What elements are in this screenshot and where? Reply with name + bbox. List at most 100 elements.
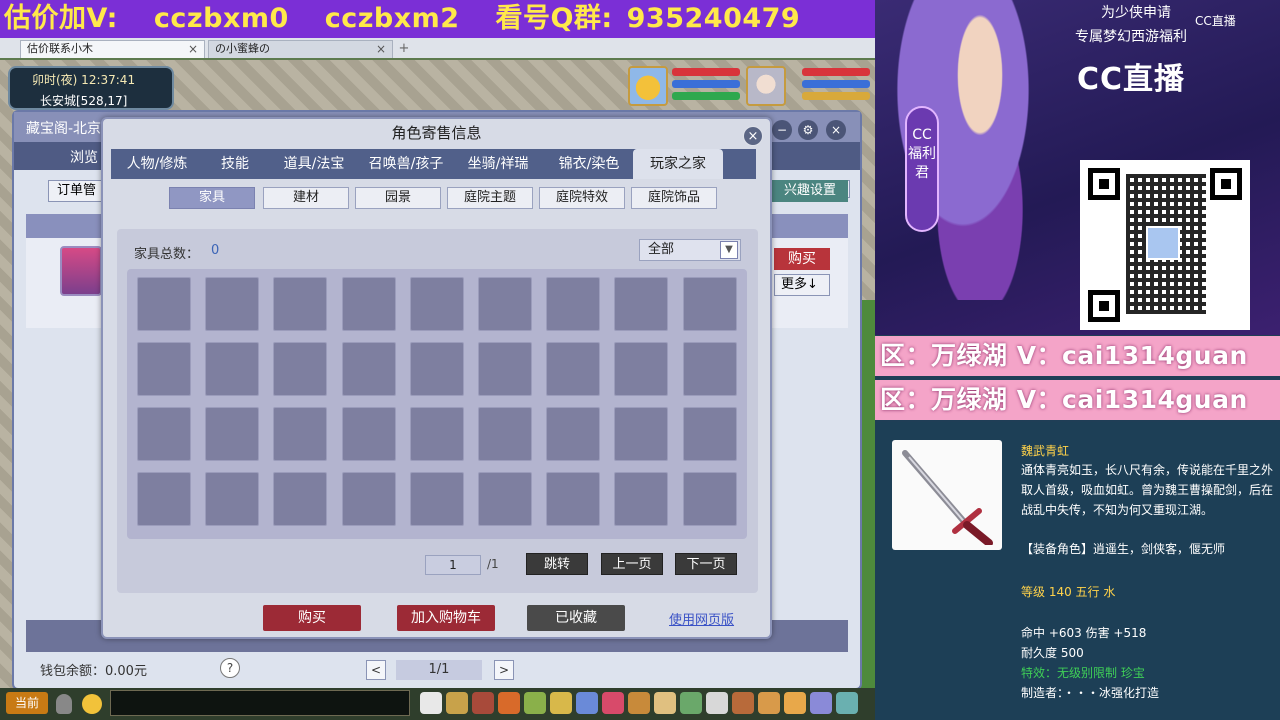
quick-slot-icon[interactable] <box>498 692 520 714</box>
furniture-slot[interactable] <box>478 277 532 331</box>
furniture-slot[interactable] <box>273 277 328 331</box>
furniture-slot[interactable] <box>341 407 396 461</box>
chat-input[interactable] <box>110 690 410 716</box>
web-version-link[interactable]: 使用网页版 <box>669 609 734 628</box>
furniture-slot[interactable] <box>341 277 396 331</box>
furniture-slot[interactable] <box>682 407 737 461</box>
quick-slot-icon[interactable] <box>550 692 572 714</box>
chevron-down-icon[interactable]: ▼ <box>720 241 738 259</box>
microphone-icon[interactable] <box>56 694 72 714</box>
quick-slot-icon[interactable] <box>758 692 780 714</box>
furniture-slot[interactable] <box>137 472 191 526</box>
furniture-slot[interactable] <box>614 407 669 461</box>
help-icon[interactable]: ? <box>220 658 240 678</box>
furniture-slot[interactable] <box>614 342 669 396</box>
buy-button[interactable]: 购买 <box>774 248 830 270</box>
furniture-slot[interactable] <box>409 472 464 526</box>
qr-finder-icon <box>1210 168 1242 200</box>
furniture-slot[interactable] <box>409 277 464 331</box>
quick-slot-icon[interactable] <box>680 692 702 714</box>
quick-slot-icon[interactable] <box>784 692 806 714</box>
subtab-yard-effect[interactable]: 庭院特效 <box>539 187 625 209</box>
furniture-slot[interactable] <box>273 472 328 526</box>
gear-icon[interactable]: ⚙ <box>798 120 818 140</box>
chat-channel-button[interactable]: 当前 <box>6 692 48 714</box>
tab-mounts[interactable]: 坐骑/祥瑞 <box>451 149 545 179</box>
interest-settings-button[interactable]: 兴趣设置 <box>772 180 848 202</box>
browser-tab-2[interactable]: の小蜜蜂の × <box>208 40 393 58</box>
furniture-slot[interactable] <box>682 472 737 526</box>
furniture-slot[interactable] <box>478 342 532 396</box>
furniture-slot[interactable] <box>273 407 328 461</box>
saved-button[interactable]: 已收藏 <box>527 605 625 631</box>
minimize-button[interactable]: − <box>772 120 792 140</box>
quick-slot-icon[interactable] <box>836 692 858 714</box>
quick-slot-icon[interactable] <box>628 692 650 714</box>
furniture-slot[interactable] <box>614 472 669 526</box>
furniture-slot[interactable] <box>205 342 260 396</box>
furniture-slot[interactable] <box>137 407 191 461</box>
tab-character[interactable]: 人物/修炼 <box>111 149 203 179</box>
quick-slot-icon[interactable] <box>810 692 832 714</box>
furniture-slot[interactable] <box>682 277 737 331</box>
player-portrait[interactable] <box>746 66 786 106</box>
furniture-slot[interactable] <box>546 407 601 461</box>
furniture-slot[interactable] <box>478 407 532 461</box>
furniture-slot[interactable] <box>478 472 532 526</box>
quick-slot-icon[interactable] <box>420 692 442 714</box>
quick-slot-icon[interactable] <box>446 692 468 714</box>
furniture-slot[interactable] <box>546 277 601 331</box>
close-icon[interactable]: × <box>376 41 386 57</box>
furniture-slot[interactable] <box>546 342 601 396</box>
page-number-input[interactable]: 1 <box>425 555 481 575</box>
furniture-slot[interactable] <box>205 407 260 461</box>
subtab-yard-decor[interactable]: 庭院饰品 <box>631 187 717 209</box>
furniture-slot[interactable] <box>341 342 396 396</box>
quick-slot-icon[interactable] <box>654 692 676 714</box>
subtab-garden[interactable]: 园景 <box>355 187 441 209</box>
furniture-slot[interactable] <box>409 407 464 461</box>
next-page-arrow[interactable]: > <box>494 660 514 680</box>
furniture-slot[interactable] <box>137 342 191 396</box>
subtab-building[interactable]: 建材 <box>263 187 349 209</box>
quick-slot-icon[interactable] <box>706 692 728 714</box>
tab-skills[interactable]: 技能 <box>203 149 267 179</box>
furniture-slot[interactable] <box>137 277 191 331</box>
jump-button[interactable]: 跳转 <box>526 553 588 575</box>
close-icon[interactable]: × <box>826 120 846 140</box>
furniture-slot[interactable] <box>341 472 396 526</box>
tab-pets[interactable]: 召唤兽/孩子 <box>361 149 451 179</box>
furniture-slot[interactable] <box>614 277 669 331</box>
pet-portrait[interactable] <box>628 66 668 106</box>
prev-page-arrow[interactable]: < <box>366 660 386 680</box>
furniture-slot[interactable] <box>273 342 328 396</box>
furniture-slot[interactable] <box>205 277 260 331</box>
quick-slot-icon[interactable] <box>472 692 494 714</box>
prev-page-button[interactable]: 上一页 <box>601 553 663 575</box>
furniture-slot[interactable] <box>682 342 737 396</box>
browser-tab-1[interactable]: 估价联系小木 × <box>20 40 205 58</box>
subtab-yard-theme[interactable]: 庭院主题 <box>447 187 533 209</box>
furniture-slot[interactable] <box>409 342 464 396</box>
furniture-slot[interactable] <box>546 472 601 526</box>
furniture-slot[interactable] <box>205 472 260 526</box>
subtab-furniture[interactable]: 家具 <box>169 187 255 209</box>
close-icon[interactable]: × <box>743 126 763 146</box>
quick-slot-icon[interactable] <box>576 692 598 714</box>
tab-player-home[interactable]: 玩家之家 <box>633 149 723 179</box>
next-page-button[interactable]: 下一页 <box>675 553 737 575</box>
close-icon[interactable]: × <box>188 41 198 57</box>
new-tab-button[interactable]: + <box>396 42 412 58</box>
emoji-icon[interactable] <box>82 694 102 714</box>
more-button[interactable]: 更多↓ <box>774 274 830 296</box>
tab-browse[interactable]: 浏览 <box>70 147 98 167</box>
quick-slot-icon[interactable] <box>732 692 754 714</box>
buy-button[interactable]: 购买 <box>263 605 361 631</box>
tab-items[interactable]: 道具/法宝 <box>267 149 361 179</box>
quick-slot-icon[interactable] <box>602 692 624 714</box>
quick-slot-icon[interactable] <box>524 692 546 714</box>
promo-line-1: 为少侠申请 <box>1101 5 1171 21</box>
category-filter-select[interactable]: 全部 ▼ <box>639 239 741 261</box>
add-to-cart-button[interactable]: 加入购物车 <box>397 605 495 631</box>
tab-outfits[interactable]: 锦衣/染色 <box>545 149 633 179</box>
